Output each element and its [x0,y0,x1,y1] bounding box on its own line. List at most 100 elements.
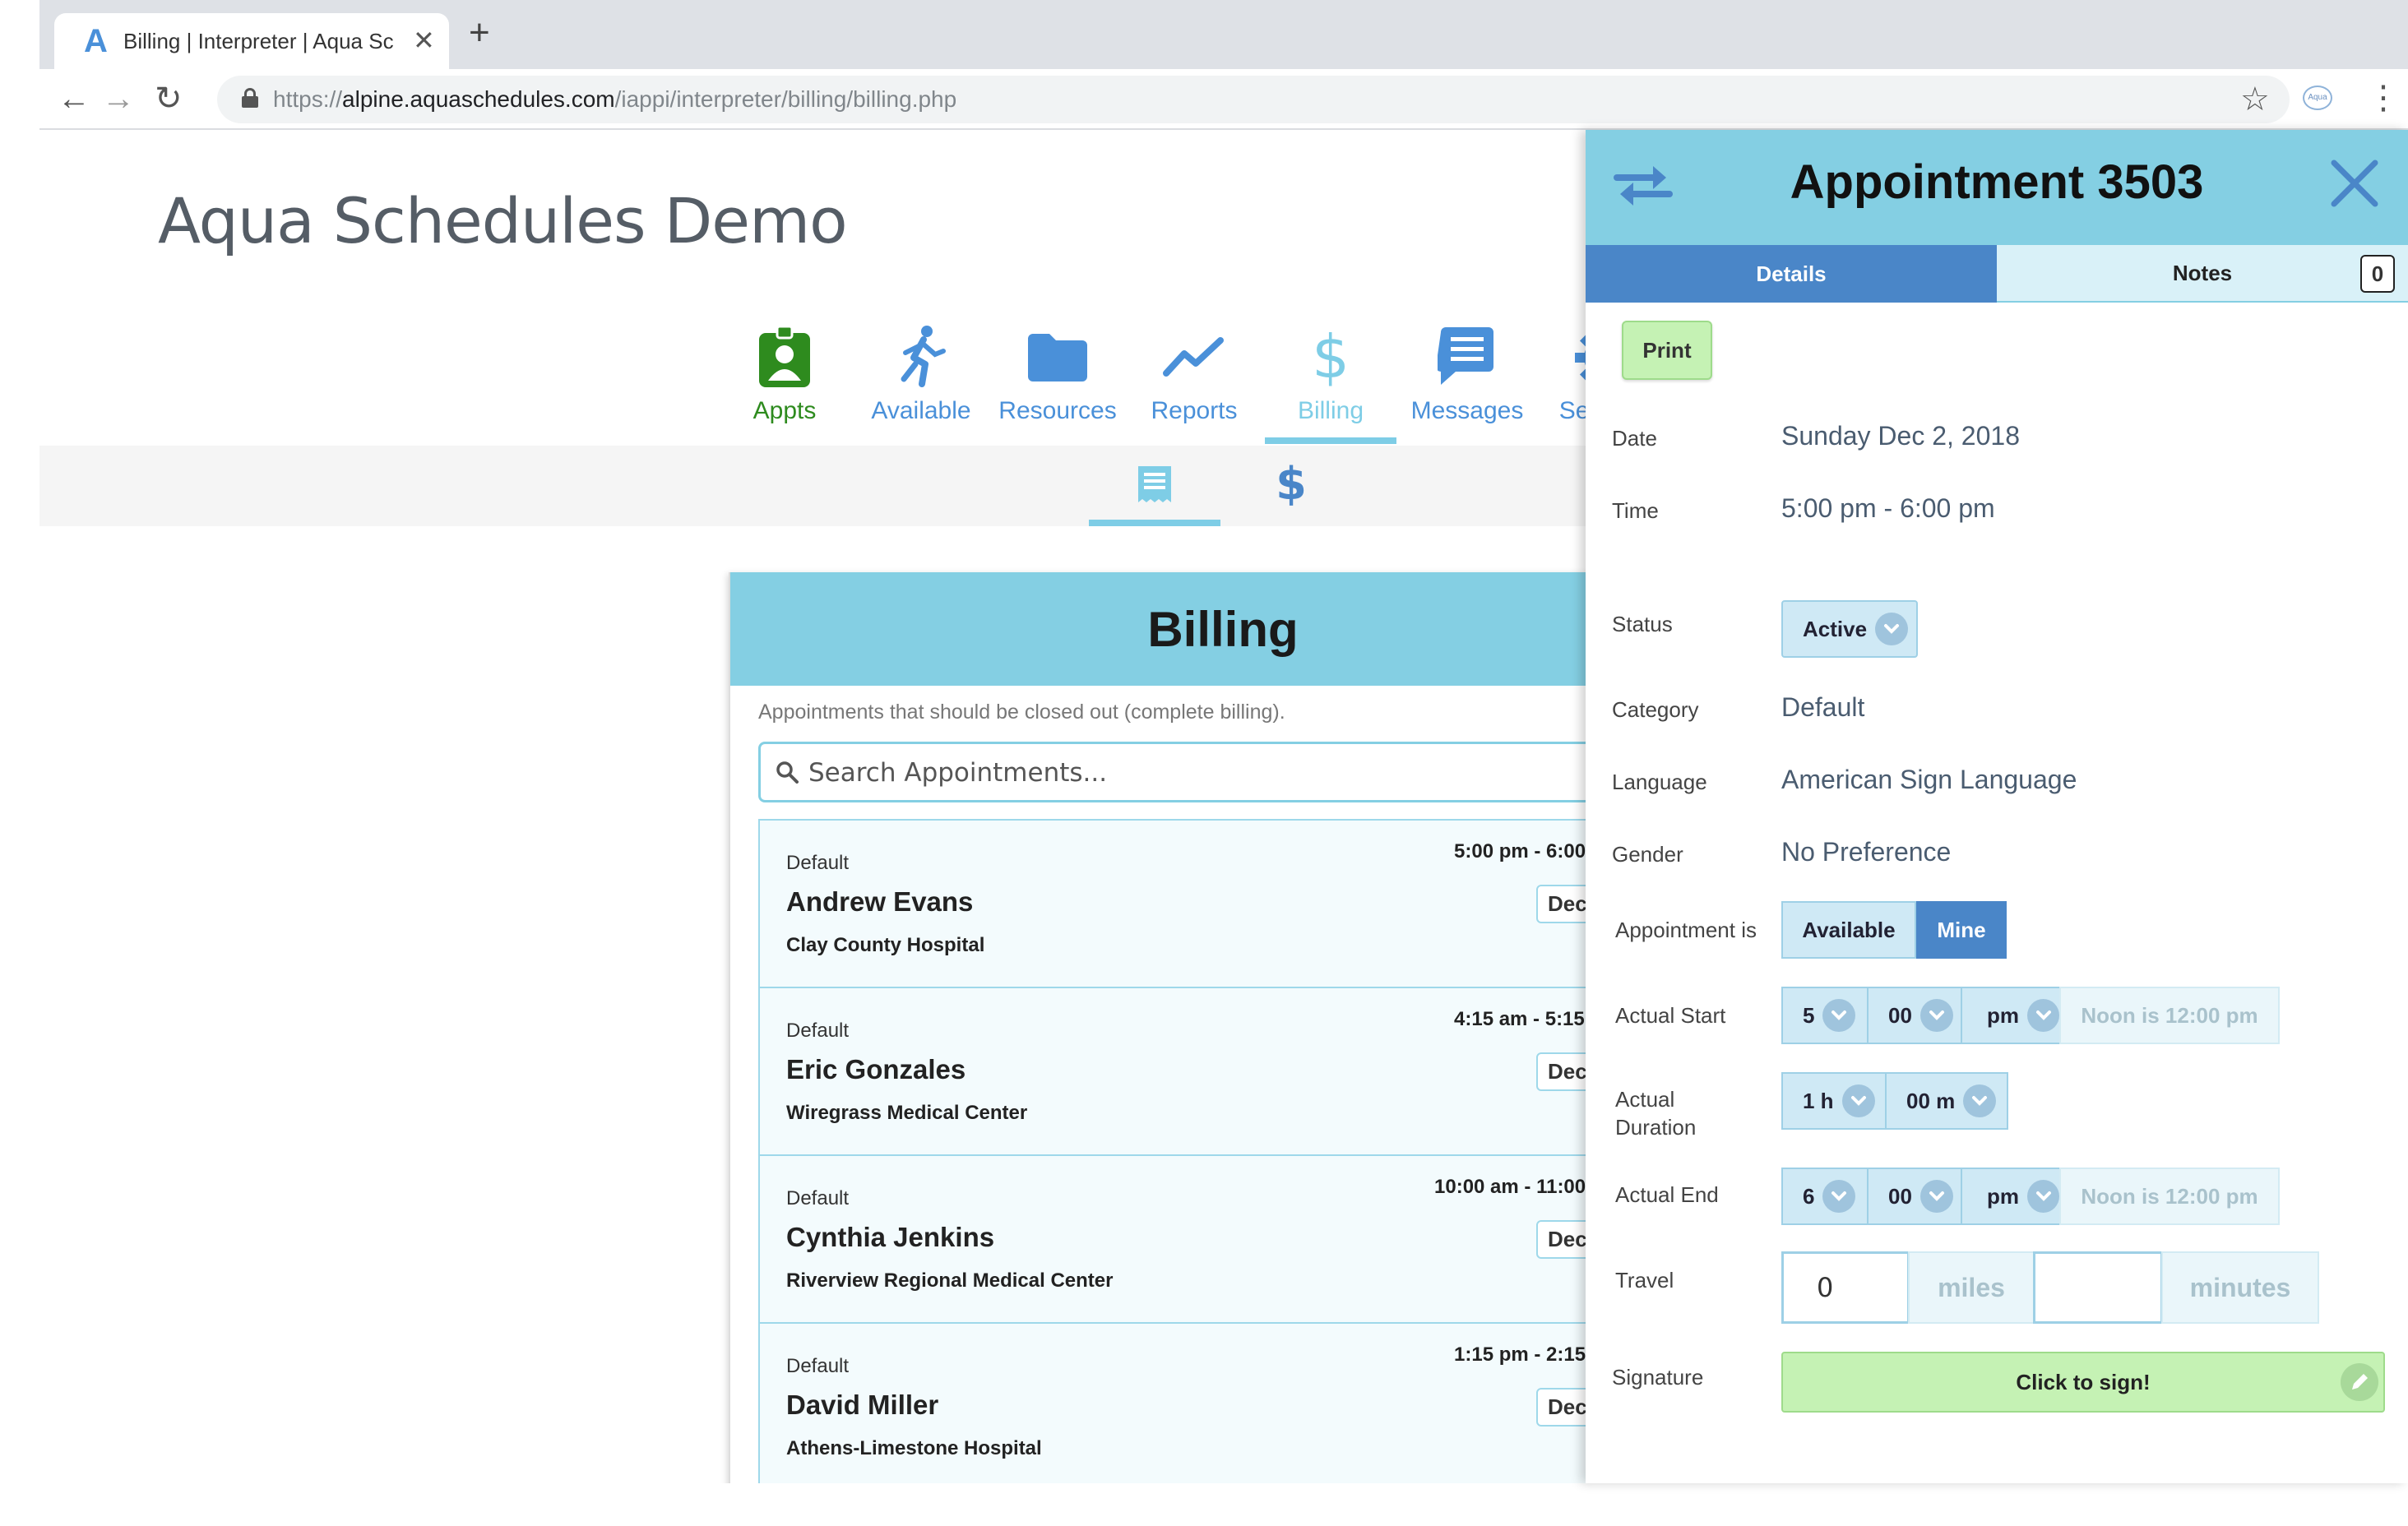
appointment-name: Cynthia Jenkins [786,1222,995,1252]
label-actual-start: Actual Start [1615,1003,1726,1028]
value-time: 5:00 pm - 6:00 pm [1781,493,1995,523]
label-date: Date [1612,426,1657,451]
browser-tab-bar: A Billing | Interpreter | Aqua Schedules… [39,0,2408,69]
badge-icon [719,321,850,395]
miles-unit-label: miles [1908,1251,2035,1324]
pencil-icon [2341,1363,2378,1401]
appointment-location: Wiregrass Medical Center [786,1102,1028,1124]
appointment-category: Default [786,1020,850,1042]
browser-tab[interactable]: A Billing | Interpreter | Aqua Schedules… [54,13,449,69]
notes-count-badge: 0 [2360,255,2395,293]
subnav-invoice[interactable] [1089,446,1220,526]
sign-button[interactable]: Click to sign! [1781,1352,2385,1413]
tab-close-icon[interactable]: ✕ [413,25,435,56]
duration-hours-select[interactable]: 1 h [1781,1072,1887,1130]
appointment-name: David Miller [786,1390,939,1420]
new-tab-icon[interactable]: + [469,15,490,51]
appointment-location: Clay County Hospital [786,934,985,956]
nav-reports[interactable]: Reports [1128,321,1260,442]
chevron-down-icon [2027,999,2059,1032]
chevron-down-icon [1822,1180,1856,1213]
extension-icon[interactable]: Aqua [2303,86,2332,110]
chevron-down-icon [1919,999,1953,1032]
label-language: Language [1612,770,1707,794]
label-signature: Signature [1612,1365,1704,1390]
value-category: Default [1781,692,1865,722]
search-icon [776,761,799,784]
label-travel: Travel [1615,1268,1674,1292]
message-icon [1401,321,1533,395]
search-box[interactable] [758,742,1729,802]
tab-details[interactable]: Details [1586,245,1997,303]
value-gender: No Preference [1781,837,1952,867]
appointment-owner-toggle: Available Mine [1781,901,2007,959]
back-icon[interactable]: ← [58,79,90,118]
forward-icon[interactable]: → [102,79,135,118]
nav-billing[interactable]: $ Billing [1265,321,1396,444]
close-icon[interactable] [2327,156,2382,215]
url-text[interactable]: https://alpine.aquaschedules.com/iappi/i… [273,86,956,113]
end-noon-hint: Noon is 12:00 pm [2059,1168,2280,1225]
dollar-icon: $ [1276,458,1307,513]
end-minute-select[interactable]: 00 [1867,1168,1962,1225]
search-input[interactable] [808,752,1631,793]
value-language: American Sign Language [1781,765,2077,794]
start-minute-select[interactable]: 00 [1867,987,1962,1044]
appointment-location: Athens-Limestone Hospital [786,1437,1042,1459]
travel-miles-input[interactable] [1781,1251,1910,1324]
billing-title: Billing [1147,601,1299,657]
chart-line-icon [1128,321,1260,395]
toggle-available[interactable]: Available [1781,901,1916,959]
reload-icon[interactable]: ↻ [155,79,183,118]
nav-resources[interactable]: Resources [992,321,1123,442]
end-hour-select[interactable]: 6 [1781,1168,1869,1225]
status-select[interactable]: Active [1781,600,1918,658]
label-status: Status [1612,612,1673,636]
aqua-favicon-icon: A [84,23,108,59]
runner-icon [855,321,987,395]
end-ampm-select[interactable]: pm [1961,1168,2061,1225]
appointment-name: Eric Gonzales [786,1054,966,1084]
site-title: Aqua Schedules Demo [158,184,848,257]
label-appointment-is: Appointment is [1615,918,1757,942]
appointment-detail-panel: Appointment 3503 Details Notes 0 Print D… [1586,130,2408,1483]
address-bar[interactable]: https://alpine.aquaschedules.com/iappi/i… [217,76,2290,123]
chevron-down-icon [1822,999,1856,1032]
chevron-down-icon [1875,613,1909,645]
value-date: Sunday Dec 2, 2018 [1781,421,2020,451]
chevron-down-icon [1841,1084,1875,1117]
print-button[interactable]: Print [1622,321,1712,380]
svg-text:$: $ [1277,460,1305,509]
travel-minutes-input[interactable] [2033,1251,2163,1324]
appointment-name: Andrew Evans [786,886,974,917]
folder-icon [992,321,1123,395]
toggle-mine[interactable]: Mine [1916,901,2007,959]
detail-header: Appointment 3503 [1586,130,2408,245]
label-actual-end: Actual End [1615,1182,1719,1207]
duration-minutes-select[interactable]: 00 m [1885,1072,2008,1130]
start-noon-hint: Noon is 12:00 pm [2059,987,2280,1044]
billing-description: Appointments that should be closed out (… [758,701,1285,724]
tab-notes[interactable]: Notes [1997,245,2408,303]
browser-menu-icon[interactable]: ⋮ [2367,79,2400,117]
nav-messages[interactable]: Messages [1401,321,1533,442]
appointment-category: Default [786,852,850,874]
svg-text:$: $ [1313,325,1349,391]
receipt-icon [1137,465,1173,508]
billing-header: Billing [730,572,1716,686]
nav-available[interactable]: Available [855,321,987,442]
start-ampm-select[interactable]: pm [1961,987,2061,1044]
start-hour-select[interactable]: 5 [1781,987,1869,1044]
subnav-payments[interactable]: $ [1225,446,1357,526]
bookmark-star-icon[interactable]: ☆ [2240,81,2270,118]
label-time: Time [1612,498,1659,523]
label-category: Category [1612,697,1699,722]
chevron-down-icon [1963,1084,1997,1117]
lock-icon [242,88,258,108]
appointment-category: Default [786,1187,850,1209]
billing-card: Billing Appointments that should be clos… [729,572,1745,1483]
tab-title: Billing | Interpreter | Aqua Schedules [123,29,395,53]
appointment-category: Default [786,1355,850,1377]
label-actual-duration: Actual Duration [1615,1087,1697,1140]
nav-appts[interactable]: Appts [719,321,850,442]
